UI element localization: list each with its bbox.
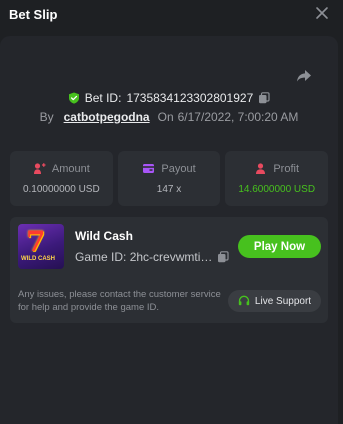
share-icon[interactable] bbox=[296, 68, 312, 84]
game-logo-text: WILD CASH bbox=[21, 256, 55, 262]
stats-row: Amount 0.10000000 USD Payout 147 x Profi… bbox=[10, 151, 329, 206]
stat-amount: Amount 0.10000000 USD bbox=[10, 151, 113, 206]
game-id-label: Game ID: bbox=[75, 250, 127, 264]
by-label: By bbox=[39, 110, 54, 124]
bet-id-label: Bet ID: bbox=[84, 91, 122, 105]
bet-id-value: 173583412330280192​7 bbox=[126, 91, 254, 105]
play-now-button[interactable]: Play Now bbox=[238, 235, 321, 258]
game-id-value: 2hc-crevwmti-1... bbox=[129, 250, 215, 264]
stat-profit: Profit 14.6000000 USD bbox=[225, 151, 329, 206]
payout-icon bbox=[143, 164, 155, 173]
seven-graphic: 7 bbox=[26, 225, 46, 258]
page-title: Bet Slip bbox=[9, 7, 58, 22]
support-notice: Any issues, please contact the customer … bbox=[18, 289, 221, 313]
live-support-label: Live Support bbox=[254, 295, 312, 307]
bet-meta-row: By catbotpegodna On 6/17/2022, 7:00:20 A… bbox=[0, 109, 338, 125]
game-id: Game ID: 2hc-crevwmti-1... bbox=[75, 250, 215, 264]
on-label: On bbox=[157, 110, 174, 124]
bet-id-row: Bet ID: 173583412330280192​7 bbox=[0, 90, 338, 106]
stat-payout: Payout 147 x bbox=[117, 151, 221, 206]
stat-value: 0.10000000 USD bbox=[22, 184, 100, 195]
headset-icon bbox=[238, 295, 250, 306]
stat-value: 147 x bbox=[156, 184, 182, 195]
user-link[interactable]: catbotpegodna bbox=[64, 110, 150, 124]
amount-icon bbox=[33, 163, 46, 174]
close-icon[interactable] bbox=[315, 6, 329, 20]
copy-icon[interactable] bbox=[258, 92, 270, 104]
game-thumbnail[interactable]: 7 WILD CASH bbox=[18, 224, 64, 269]
header: Bet Slip bbox=[0, 0, 343, 28]
profit-icon bbox=[256, 163, 266, 174]
game-card: 7 WILD CASH Wild Cash Game ID: 2hc-crevw… bbox=[10, 217, 328, 323]
game-name: Wild Cash bbox=[75, 229, 133, 243]
bet-datetime: 6/17/2022, 7:00:20 AM bbox=[177, 110, 299, 124]
live-support-button[interactable]: Live Support bbox=[228, 290, 321, 312]
stat-value: 14.6000000 USD bbox=[238, 184, 316, 195]
shield-check-icon bbox=[68, 92, 79, 104]
stat-label: Payout bbox=[161, 162, 196, 175]
stat-label: Amount bbox=[51, 162, 90, 175]
stat-label: Profit bbox=[273, 162, 300, 175]
copy-icon[interactable] bbox=[217, 251, 229, 263]
